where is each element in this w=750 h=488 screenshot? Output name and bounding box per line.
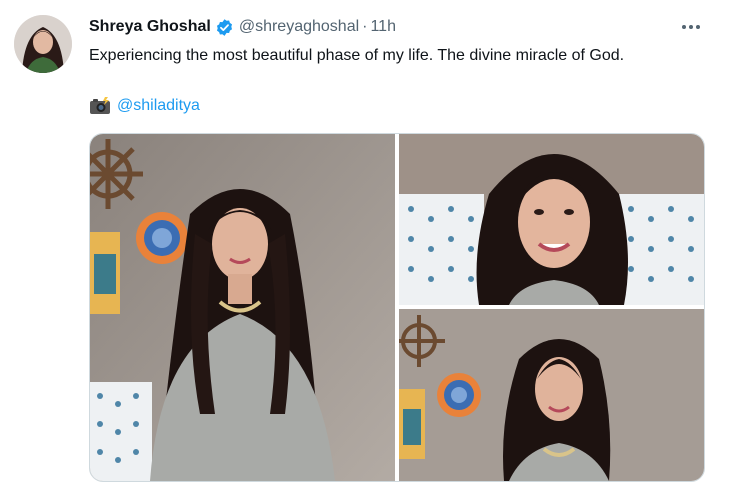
- media-grid: [89, 133, 705, 482]
- tweet-photo-3[interactable]: [399, 309, 704, 481]
- photographer-mention-link[interactable]: @shiladitya: [117, 97, 200, 115]
- camera-with-flash-icon: [89, 97, 111, 115]
- tweet-timestamp[interactable]: 11h: [370, 18, 396, 36]
- tweet-card[interactable]: Shreya Ghoshal @shreyaghoshal · 11h Expe…: [0, 0, 750, 488]
- separator-dot: ·: [362, 18, 368, 35]
- verified-badge-icon: [215, 18, 234, 37]
- tweet-header: Shreya Ghoshal @shreyaghoshal · 11h: [89, 16, 396, 38]
- avatar[interactable]: [14, 15, 72, 73]
- tweet-photo-2[interactable]: [399, 134, 704, 305]
- author-name[interactable]: Shreya Ghoshal: [89, 18, 211, 36]
- tweet-photo-1[interactable]: [90, 134, 395, 481]
- tweet-text: Experiencing the most beautiful phase of…: [89, 47, 625, 64]
- author-handle[interactable]: @shreyaghoshal: [239, 18, 359, 36]
- more-options-icon[interactable]: [676, 16, 706, 38]
- photo-credit: @shiladitya: [89, 95, 200, 117]
